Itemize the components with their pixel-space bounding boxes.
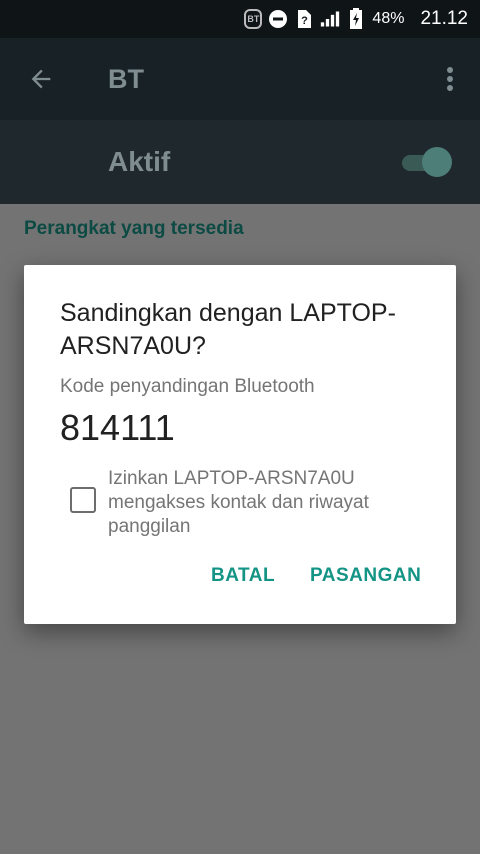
available-devices-header: Perangkat yang tersedia	[24, 218, 244, 239]
bt-notification-icon: BT	[244, 9, 263, 29]
contacts-access-label[interactable]: Izinkan LAPTOP-ARSN7A0U mengakses kontak…	[108, 467, 428, 539]
pairing-dialog: Sandingkan dengan LAPTOP-ARSN7A0U? Kode …	[24, 265, 456, 624]
battery-charging-icon	[346, 8, 366, 29]
status-icons: BT ? 48% 21.12	[244, 0, 468, 38]
dialog-title: Sandingkan dengan LAPTOP-ARSN7A0U?	[60, 299, 396, 360]
pairing-code-label: Kode penyandingan Bluetooth	[60, 376, 315, 397]
page-title: BT	[108, 64, 144, 94]
signal-icon	[320, 9, 340, 29]
app-bar: BT	[0, 38, 480, 120]
switch-thumb	[422, 147, 452, 177]
pair-button[interactable]: PASANGAN	[310, 565, 421, 587]
bluetooth-toggle-bar[interactable]: Aktif	[0, 120, 480, 204]
battery-percent: 48%	[372, 10, 405, 27]
bluetooth-switch[interactable]	[402, 147, 452, 177]
more-vert-icon	[447, 67, 453, 91]
status-bar: BT ? 48% 21.12	[0, 0, 480, 38]
toggle-label: Aktif	[108, 146, 171, 177]
pairing-code: 814111	[60, 407, 175, 448]
clock: 21.12	[420, 8, 468, 29]
back-button[interactable]	[22, 60, 60, 98]
contacts-access-checkbox[interactable]	[70, 487, 96, 513]
overflow-menu-button[interactable]	[438, 60, 462, 98]
cancel-button[interactable]: BATAL	[211, 565, 275, 587]
do-not-disturb-icon	[268, 9, 288, 29]
svg-text:?: ?	[302, 15, 309, 27]
no-sim-icon: ?	[294, 9, 314, 29]
arrow-back-icon	[31, 69, 51, 89]
